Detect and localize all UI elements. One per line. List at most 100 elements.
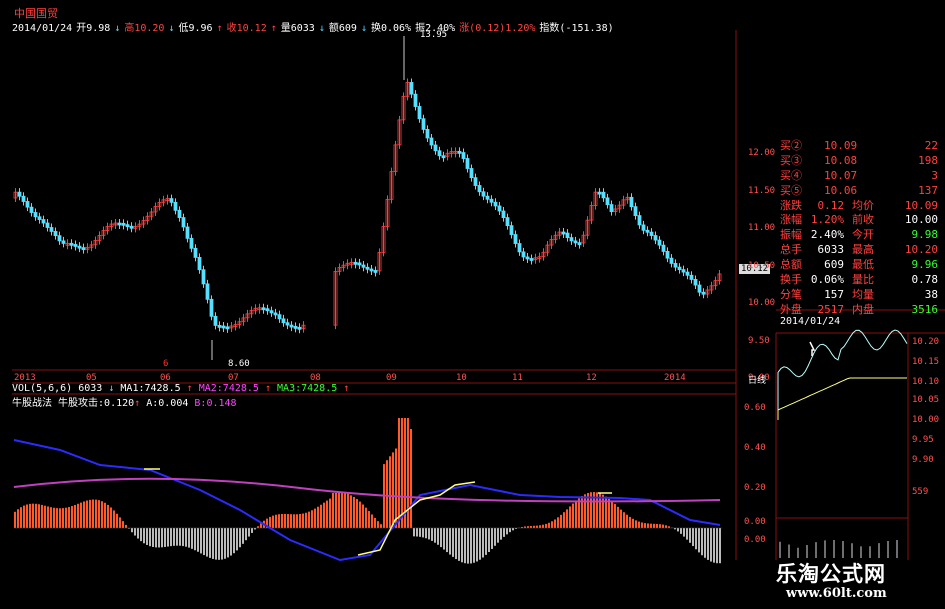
indicator-bar-up bbox=[635, 520, 637, 528]
indicator-bar-up bbox=[101, 501, 103, 528]
bid-price: 10.07 bbox=[824, 168, 858, 182]
candle-body bbox=[661, 244, 666, 252]
indicator-bar-up bbox=[566, 509, 568, 528]
indicator-bar-up bbox=[89, 499, 91, 528]
candle-body bbox=[365, 266, 370, 270]
candle-body bbox=[173, 201, 178, 211]
indicator-bar-down bbox=[464, 528, 466, 564]
time-tick: 05 bbox=[86, 373, 97, 383]
candle-body bbox=[677, 266, 682, 271]
indicator-bar-up bbox=[584, 494, 586, 528]
indicator-bar-down bbox=[146, 528, 148, 545]
stat-label: 涨跌 bbox=[780, 198, 802, 212]
indicator-bar-down bbox=[428, 528, 430, 540]
candle-body bbox=[269, 310, 274, 314]
indicator-bar-up bbox=[29, 503, 31, 528]
indicator-bar-up bbox=[299, 513, 301, 528]
stat-label: 前收 bbox=[852, 213, 874, 227]
candle-body bbox=[77, 245, 82, 249]
indicator-bar-up bbox=[578, 498, 580, 528]
indicator-bar-down bbox=[512, 528, 514, 531]
indicator-bar-down bbox=[200, 528, 202, 554]
bid-row[interactable]: 买⑤ 10.06 137 bbox=[778, 184, 942, 199]
stat-label: 分笔 bbox=[780, 287, 802, 301]
candle-body bbox=[629, 196, 634, 208]
custom-indicator-label: 牛股战法 牛股攻击:0.120↑ A:0.004 B:0.148 bbox=[12, 398, 237, 409]
indicator-bar-up bbox=[629, 516, 631, 528]
bid-row[interactable]: 买② 10.09 22 bbox=[778, 139, 942, 154]
indicator-bar-down bbox=[485, 528, 487, 555]
indicator-bar-down bbox=[191, 528, 193, 549]
indicator-bar-down bbox=[173, 528, 175, 546]
indicator-bar-up bbox=[659, 524, 661, 528]
indicator-bar-down bbox=[437, 528, 439, 545]
candle-body bbox=[421, 118, 426, 130]
indicator-bar-down bbox=[692, 528, 694, 547]
indicator-bar-down bbox=[230, 528, 232, 556]
indicator-bar-down bbox=[155, 528, 157, 548]
period-label[interactable]: 日线 bbox=[748, 373, 766, 386]
indicator-bar-down bbox=[212, 528, 214, 559]
candle-body bbox=[529, 258, 534, 261]
indicator-bar-up bbox=[302, 513, 304, 528]
candle-body bbox=[41, 219, 46, 224]
indicator-bar-down bbox=[500, 528, 502, 540]
indicator-bar-up bbox=[65, 507, 67, 528]
candle-body bbox=[525, 256, 530, 260]
candle-body bbox=[509, 225, 514, 235]
indicator-bar-up bbox=[638, 521, 640, 528]
price-tick: 10.00 bbox=[748, 298, 776, 308]
indicator-bar-up bbox=[44, 505, 46, 528]
candle-body bbox=[53, 231, 58, 237]
indicator-bar-down bbox=[452, 528, 454, 557]
indicator-bar-up bbox=[662, 524, 664, 528]
indicator-bar-down bbox=[203, 528, 205, 556]
indicator-bar-down bbox=[182, 528, 184, 547]
candle-body bbox=[177, 209, 182, 218]
mini-left-tick: 0.40 bbox=[744, 443, 766, 453]
candle-body bbox=[689, 274, 694, 280]
time-tick: 10 bbox=[456, 373, 467, 383]
price-tick: 10.50 bbox=[748, 260, 776, 271]
indicator-bar-down bbox=[710, 528, 712, 562]
stat-row: 换手 0.06% 量比 0.78 bbox=[778, 273, 942, 288]
candle-body bbox=[205, 283, 210, 300]
candle-body bbox=[289, 324, 294, 328]
indicator-bar-down bbox=[245, 528, 247, 541]
indicator-bar-up bbox=[368, 511, 370, 528]
indicator-bar-up bbox=[653, 523, 655, 528]
candle-body bbox=[633, 206, 638, 217]
indicator-bar-down bbox=[206, 528, 208, 557]
candle-body bbox=[505, 217, 510, 227]
candle-body bbox=[693, 279, 698, 286]
indicator-bar-down bbox=[434, 528, 436, 543]
indicator-bar-up bbox=[602, 494, 604, 528]
indicator-bar-down bbox=[413, 528, 415, 537]
indicator-bar-up bbox=[296, 514, 298, 528]
bid-row[interactable]: 买③ 10.08 198 bbox=[778, 154, 942, 169]
indicator-bar-down bbox=[137, 528, 139, 539]
indicator-bar-up bbox=[71, 506, 73, 528]
indicator-bar-down bbox=[158, 528, 160, 548]
indicator-bar-up bbox=[293, 514, 295, 528]
candle-body bbox=[477, 185, 482, 193]
bid-label: 买④ bbox=[780, 168, 802, 182]
indicator-bar-up bbox=[389, 456, 391, 528]
bid-row[interactable]: 买④ 10.07 3 bbox=[778, 169, 942, 184]
ma2-label: MA2:7428.5 bbox=[198, 383, 259, 394]
indicator-bar-up bbox=[305, 512, 307, 528]
indicator-bar-down bbox=[167, 528, 169, 547]
indicator-bar-up bbox=[272, 515, 274, 528]
indicator-bar-down bbox=[218, 528, 220, 560]
stat-value: 38 bbox=[924, 287, 938, 301]
indicator-bar-up bbox=[50, 507, 52, 528]
ma1-label: MA1:7428.5 bbox=[120, 383, 181, 394]
bid-price: 10.08 bbox=[824, 153, 858, 167]
candle-body bbox=[573, 240, 578, 244]
indicator-bar-up bbox=[113, 510, 115, 528]
mini-left-tick: 0.00 bbox=[744, 535, 766, 545]
high-price-marker: 13.95 bbox=[420, 30, 448, 40]
indicator-bar-up bbox=[23, 505, 25, 528]
bid-price: 10.06 bbox=[824, 183, 858, 197]
price-tick: 9.50 bbox=[748, 335, 770, 346]
